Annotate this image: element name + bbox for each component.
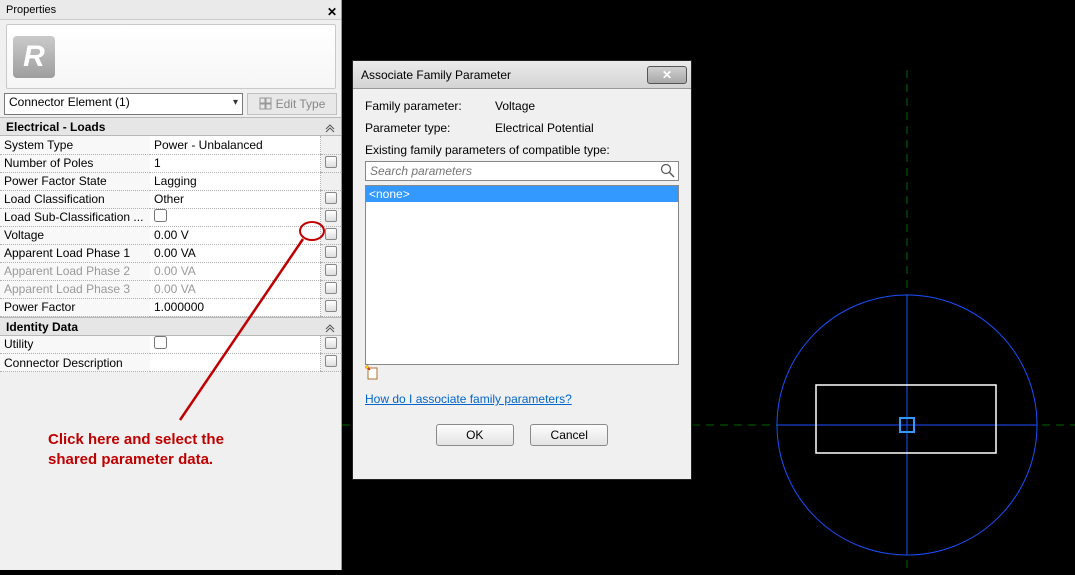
- properties-title-text: Properties: [6, 4, 56, 16]
- search-icon[interactable]: [660, 163, 676, 179]
- new-parameter-icon[interactable]: [365, 365, 379, 381]
- param-label: System Type: [0, 136, 150, 154]
- existing-params-label: Existing family parameters of compatible…: [365, 143, 679, 157]
- param-value[interactable]: Lagging: [150, 172, 321, 190]
- param-row: Load ClassificationOther: [0, 190, 341, 208]
- cancel-button[interactable]: Cancel: [530, 424, 608, 446]
- family-parameter-value: Voltage: [495, 99, 535, 113]
- associate-button-cell[interactable]: [321, 154, 342, 172]
- param-row: Load Sub-Classification ...: [0, 208, 341, 226]
- associate-parameter-button[interactable]: [325, 264, 337, 276]
- param-label: Apparent Load Phase 2: [0, 262, 150, 280]
- param-value[interactable]: Other: [150, 190, 321, 208]
- family-parameter-label: Family parameter:: [365, 99, 495, 113]
- type-selector-dropdown[interactable]: Connector Element (1): [4, 93, 243, 115]
- edit-type-label: Edit Type: [276, 97, 326, 111]
- dialog-title-text: Associate Family Parameter: [361, 68, 647, 82]
- help-link[interactable]: How do I associate family parameters?: [365, 392, 572, 406]
- annotation-circle: [299, 221, 325, 241]
- param-row: Apparent Load Phase 20.00 VA: [0, 262, 341, 280]
- param-row: Connector Description: [0, 354, 341, 372]
- properties-close-icon[interactable]: ✕: [327, 2, 337, 22]
- dialog-titlebar[interactable]: Associate Family Parameter ✕: [353, 61, 691, 89]
- param-value[interactable]: [150, 354, 321, 372]
- param-label: Power Factor State: [0, 172, 150, 190]
- param-label: Utility: [0, 336, 150, 354]
- associate-button-cell[interactable]: [321, 280, 342, 298]
- param-value[interactable]: 0.00 V: [150, 226, 321, 244]
- associate-family-parameter-dialog: Associate Family Parameter ✕ Family para…: [352, 60, 692, 480]
- param-label: Load Sub-Classification ...: [0, 208, 150, 226]
- associate-parameter-button[interactable]: [325, 228, 337, 240]
- associate-parameter-button[interactable]: [325, 246, 337, 258]
- associate-button-cell[interactable]: [321, 298, 342, 316]
- list-item-none[interactable]: <none>: [366, 186, 678, 202]
- properties-titlebar: Properties ✕: [0, 0, 341, 20]
- param-label: Load Classification: [0, 190, 150, 208]
- param-row: Utility: [0, 336, 341, 354]
- param-label: Voltage: [0, 226, 150, 244]
- associate-parameter-button[interactable]: [325, 192, 337, 204]
- parameters-listbox[interactable]: <none>: [365, 185, 679, 365]
- type-preview: R: [6, 24, 336, 89]
- properties-panel: Properties ✕ R Connector Element (1) Edi…: [0, 0, 342, 570]
- associate-button-cell[interactable]: [321, 208, 342, 226]
- revit-r-icon: R: [13, 36, 55, 78]
- group-header[interactable]: Identity Data: [0, 317, 341, 336]
- search-parameters-input[interactable]: [365, 161, 679, 181]
- associate-parameter-button[interactable]: [325, 282, 337, 294]
- param-value[interactable]: 0.00 VA: [150, 244, 321, 262]
- param-checkbox[interactable]: [154, 336, 167, 349]
- param-row: Voltage0.00 V: [0, 226, 341, 244]
- edit-type-icon: [259, 97, 273, 111]
- param-row: Apparent Load Phase 10.00 VA: [0, 244, 341, 262]
- param-row: System TypePower - Unbalanced: [0, 136, 341, 154]
- parameter-type-label: Parameter type:: [365, 121, 495, 135]
- associate-button-cell[interactable]: [321, 190, 342, 208]
- ok-button[interactable]: OK: [436, 424, 514, 446]
- param-value[interactable]: Power - Unbalanced: [150, 136, 321, 154]
- annotation-text: Click here and select the shared paramet…: [48, 430, 224, 469]
- param-value[interactable]: [150, 336, 321, 354]
- param-label: Apparent Load Phase 1: [0, 244, 150, 262]
- expand-icon[interactable]: [325, 321, 335, 340]
- param-label: Connector Description: [0, 354, 150, 372]
- dialog-close-button[interactable]: ✕: [647, 66, 687, 84]
- param-checkbox[interactable]: [154, 209, 167, 222]
- param-row: Power Factor StateLagging: [0, 172, 341, 190]
- param-row: Apparent Load Phase 30.00 VA: [0, 280, 341, 298]
- type-selector-value: Connector Element (1): [9, 95, 130, 109]
- associate-parameter-button[interactable]: [325, 300, 337, 312]
- param-value[interactable]: 0.00 VA: [150, 262, 321, 280]
- expand-icon[interactable]: [325, 121, 335, 140]
- param-value[interactable]: [150, 208, 321, 226]
- param-label: Apparent Load Phase 3: [0, 280, 150, 298]
- associate-button-cell[interactable]: [321, 262, 342, 280]
- annotation-line1: Click here and select the: [48, 431, 224, 448]
- edit-type-button[interactable]: Edit Type: [247, 93, 337, 115]
- associate-button-cell: [321, 172, 342, 190]
- param-value[interactable]: 1.000000: [150, 298, 321, 316]
- param-value[interactable]: 1: [150, 154, 321, 172]
- group-header[interactable]: Electrical - Loads: [0, 117, 341, 136]
- associate-button-cell[interactable]: [321, 244, 342, 262]
- param-label: Number of Poles: [0, 154, 150, 172]
- param-value[interactable]: 0.00 VA: [150, 280, 321, 298]
- associate-parameter-button[interactable]: [325, 156, 337, 168]
- param-row: Number of Poles1: [0, 154, 341, 172]
- associate-button-cell[interactable]: [321, 354, 342, 372]
- parameter-type-value: Electrical Potential: [495, 121, 594, 135]
- annotation-line2: shared parameter data.: [48, 451, 213, 468]
- associate-parameter-button[interactable]: [325, 355, 337, 367]
- associate-parameter-button[interactable]: [325, 210, 337, 222]
- param-row: Power Factor1.000000: [0, 298, 341, 316]
- param-label: Power Factor: [0, 298, 150, 316]
